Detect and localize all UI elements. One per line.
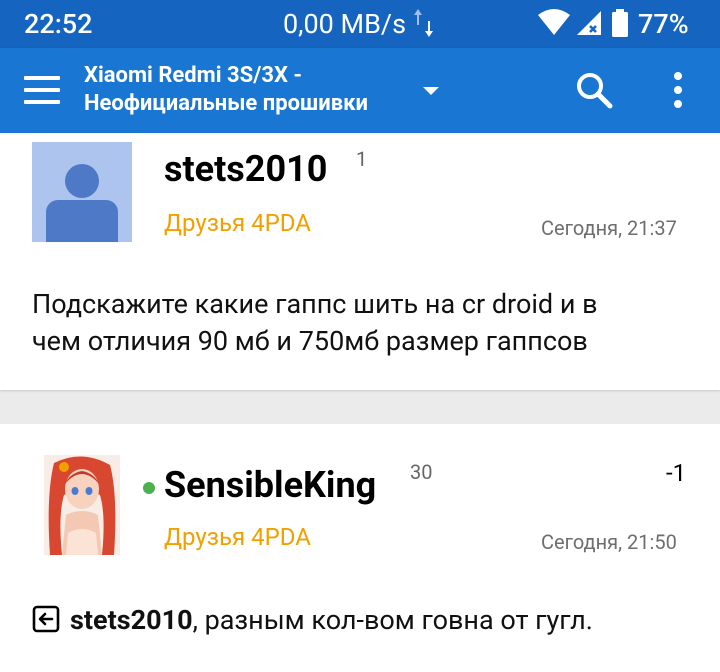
network-speed: 0,00 MB/s: [283, 8, 407, 40]
post-card: SensibleKing 30 -1 Друзья 4PDA Сегодня, …: [0, 424, 720, 672]
avatar[interactable]: [44, 455, 120, 555]
post-text: stets2010, разным кол-вом говна от гугл.: [32, 602, 593, 639]
post-text-line1: Подскажите какие гаппс шить на cr droid …: [32, 288, 598, 320]
post-card: stets2010 1 Друзья 4PDA Сегодня, 21:37 П…: [0, 133, 720, 390]
battery-percent: 77%: [638, 8, 689, 40]
data-transfer-icon: [414, 9, 433, 37]
avatar-head-shape: [65, 164, 99, 198]
dropdown-arrow-icon[interactable]: [421, 84, 441, 98]
post-date: Сегодня, 21:37: [541, 216, 677, 240]
menu-icon[interactable]: [20, 68, 64, 112]
author-group: Друзья 4PDA: [164, 523, 311, 551]
post-author[interactable]: SensibleKing: [164, 464, 376, 506]
post-text-body: , разным кол-вом говна от гугл.: [192, 604, 593, 636]
avatar-body-shape: [46, 200, 118, 242]
avatar[interactable]: [32, 142, 132, 242]
quoted-username[interactable]: stets2010: [70, 604, 193, 636]
avatar-image: [44, 455, 120, 555]
wifi-icon: [538, 9, 570, 35]
online-indicator: [143, 482, 155, 494]
author-reputation[interactable]: 1: [356, 147, 367, 171]
post-rating: -1: [666, 459, 687, 487]
post-text-line2: чем отличия 90 мб и 750мб размер гаппсов: [32, 325, 588, 357]
post-author[interactable]: stets2010: [164, 148, 327, 190]
author-group: Друзья 4PDA: [164, 209, 311, 237]
signal-icon: [577, 11, 601, 35]
status-time: 22:52: [24, 8, 93, 40]
battery-icon: [612, 9, 628, 37]
app-bar: Xiaomi Redmi 3S/3X - Неофициальные проши…: [0, 48, 720, 133]
post-date: Сегодня, 21:50: [541, 530, 677, 554]
topic-title-line2: Неофициальные прошивки: [84, 91, 368, 116]
topic-title-line1: Xiaomi Redmi 3S/3X -: [84, 63, 303, 88]
reply-quote-icon[interactable]: [32, 605, 60, 633]
topic-title[interactable]: Xiaomi Redmi 3S/3X - Неофициальные проши…: [84, 62, 368, 118]
more-vertical-icon[interactable]: [664, 70, 692, 110]
author-reputation[interactable]: 30: [410, 460, 432, 484]
post-text: Подскажите какие гаппс шить на cr droid …: [32, 286, 598, 360]
status-bar: 22:52 0,00 MB/s 77%: [0, 0, 720, 48]
search-icon[interactable]: [574, 70, 614, 110]
